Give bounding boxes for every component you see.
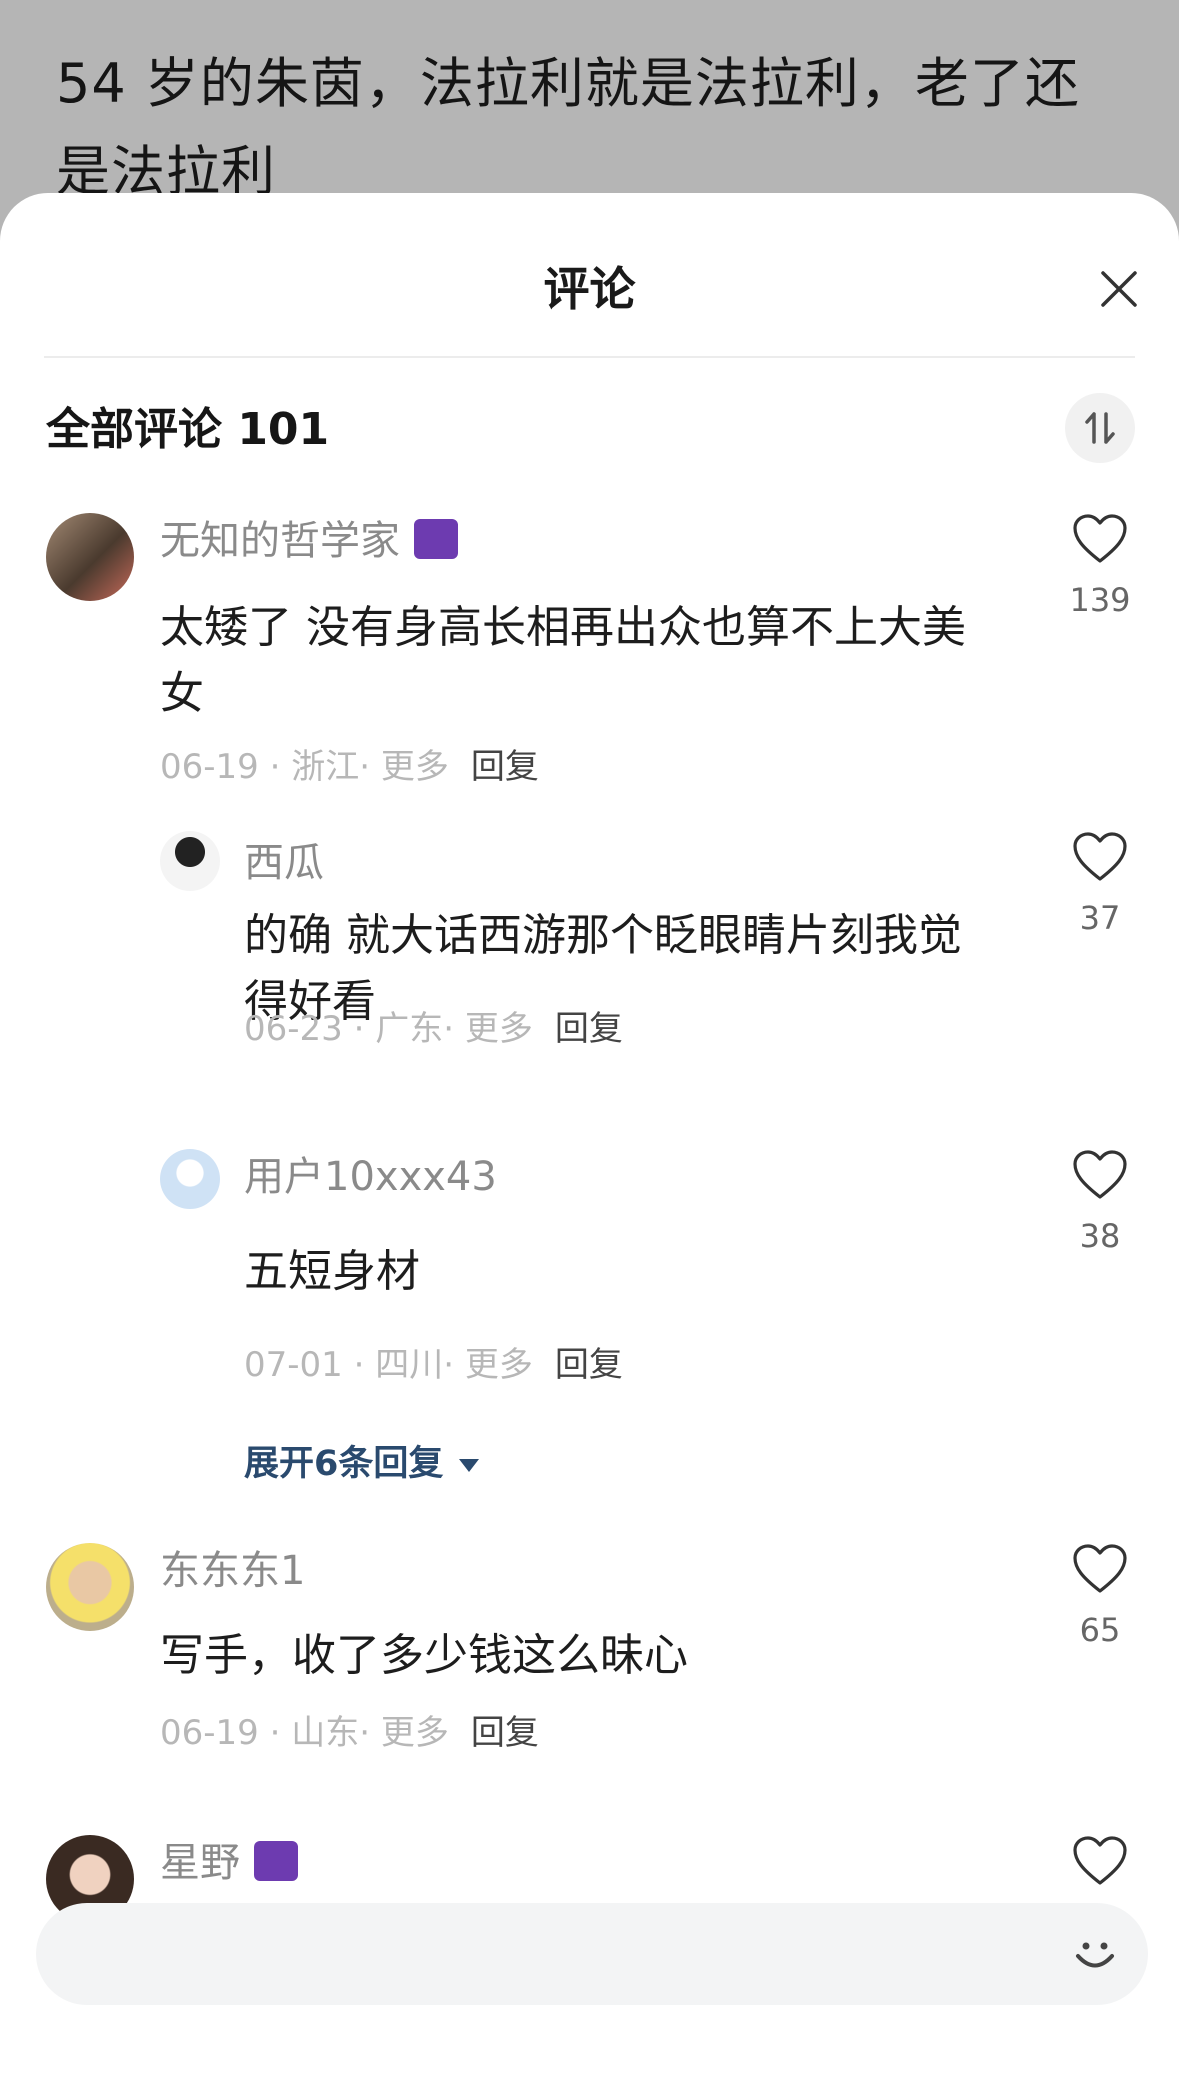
like-count: 38 <box>1079 1217 1121 1255</box>
reply-button[interactable]: 回复 <box>471 1713 539 1753</box>
like-button[interactable]: 37 <box>1065 831 1135 937</box>
comment-location: 四川 <box>375 1345 444 1385</box>
close-button[interactable] <box>1095 265 1143 313</box>
reply-button[interactable]: 回复 <box>471 747 539 787</box>
author-name: 星野 <box>160 1840 240 1886</box>
comment-author[interactable]: 无知的哲学家 <box>160 513 458 569</box>
comment-date: 07-01 <box>244 1345 343 1385</box>
comment-text-line: 太矮了 没有身高长相再出众也算不上大美 <box>160 602 966 653</box>
sort-button[interactable] <box>1065 393 1135 463</box>
comment-item: 东东东1 写手，收了多少钱这么昧心 06-19 · 山东· 更多 回复 65 <box>0 1543 1179 1763</box>
heart-icon <box>1073 1150 1127 1199</box>
sort-icon <box>1085 412 1115 444</box>
comment-meta: 06-19 · 山东· 更多 回复 <box>160 1713 539 1753</box>
avatar[interactable] <box>160 831 220 891</box>
comment-location: 浙江 <box>291 747 360 787</box>
expand-replies-label: 展开6条回复 <box>244 1444 444 1484</box>
more-link[interactable]: 更多 <box>381 747 449 787</box>
comment-text-line: 写手，收了多少钱这么昧心 <box>160 1630 688 1681</box>
smile-icon[interactable] <box>1068 1927 1122 1981</box>
reply-item: 用户10xxx43 五短身材 07-01 · 四川· 更多 回复 38 <box>0 1149 1179 1385</box>
heart-icon <box>1073 1544 1127 1593</box>
avatar[interactable] <box>46 1543 134 1631</box>
all-comments-count: 全部评论 101 <box>46 404 330 455</box>
like-button[interactable]: 65 <box>1065 1543 1135 1649</box>
avatar[interactable] <box>160 1149 220 1209</box>
heart-icon <box>1073 1836 1127 1885</box>
author-name: 无知的哲学家 <box>160 518 400 564</box>
badge-icon <box>414 519 458 559</box>
comment-meta: 06-23 · 广东· 更多 回复 <box>244 1009 623 1049</box>
expand-replies-button[interactable]: 展开6条回复 <box>244 1435 480 1486</box>
close-icon <box>1101 271 1137 307</box>
comment-author[interactable]: 西瓜 <box>244 835 324 891</box>
more-link[interactable]: 更多 <box>465 1009 533 1049</box>
sheet-header: 评论 <box>0 193 1179 359</box>
comment-text: 五短身材 <box>244 1239 1044 1305</box>
reply-button[interactable]: 回复 <box>555 1345 623 1385</box>
heart-icon <box>1073 832 1127 881</box>
comment-item: 无知的哲学家 太矮了 没有身高长相再出众也算不上大美 女 06-19 · 浙江·… <box>0 513 1179 813</box>
reply-item: 西瓜 的确 就大话西游那个眨眼睛片刻我觉 得好看 06-23 · 广东· 更多回… <box>0 831 1179 1071</box>
comment-author[interactable]: 星野 <box>160 1835 298 1891</box>
badge-icon <box>254 1841 298 1881</box>
comments-sheet: 评论 全部评论 101 无知的哲学家 太矮了 没有身高长相再出众也算不上大美 女… <box>0 193 1179 2083</box>
comment-date: 06-19 <box>160 1713 259 1753</box>
comment-meta: 06-19 · 浙江· 更多 回复 <box>160 747 539 787</box>
like-button[interactable]: 139 <box>1065 513 1135 619</box>
triangle-down-icon <box>459 1458 480 1472</box>
screen: 54 岁的朱茵，法拉利就是法拉利，老了还是法拉利 评论 全部评论 101 无知的… <box>0 0 1179 2083</box>
comment-text: 写手，收了多少钱这么昧心 <box>160 1623 1040 1689</box>
comment-date: 06-23 <box>244 1009 343 1049</box>
like-count: 37 <box>1079 899 1121 937</box>
more-link[interactable]: 更多 <box>381 1713 449 1753</box>
article-title: 54 岁的朱茵，法拉利就是法拉利，老了还是法拉利 <box>56 52 1080 203</box>
comment-author[interactable]: 用户10xxx43 <box>244 1149 497 1205</box>
comment-author[interactable]: 东东东1 <box>160 1543 305 1599</box>
header-divider <box>44 356 1135 358</box>
comment-meta: 07-01 · 四川· 更多 回复 <box>244 1345 623 1385</box>
comment-text-line: 五短身材 <box>244 1246 420 1297</box>
comment-date: 06-19 <box>160 747 259 787</box>
comment-list[interactable]: 无知的哲学家 太矮了 没有身高长相再出众也算不上大美 女 06-19 · 浙江·… <box>0 513 1179 2073</box>
avatar[interactable] <box>46 513 134 601</box>
like-count: 139 <box>1069 581 1131 619</box>
comment-text-line: 的确 就大话西游那个眨眼睛片刻我觉 <box>244 910 962 961</box>
heart-icon <box>1073 514 1127 563</box>
like-button[interactable]: 38 <box>1065 1149 1135 1255</box>
comment-text-line: 女 <box>160 668 204 719</box>
comment-location: 山东 <box>291 1713 360 1753</box>
comment-text: 太矮了 没有身高长相再出众也算不上大美 女 <box>160 595 1040 727</box>
reply-button[interactable]: 回复 <box>555 1009 623 1049</box>
like-button[interactable] <box>1065 1835 1135 1891</box>
more-link[interactable]: 更多 <box>465 1345 533 1385</box>
comment-location: 广东 <box>375 1009 444 1049</box>
like-count: 65 <box>1079 1611 1121 1649</box>
sheet-title: 评论 <box>543 262 636 316</box>
comment-input-bar[interactable] <box>36 1903 1148 2005</box>
